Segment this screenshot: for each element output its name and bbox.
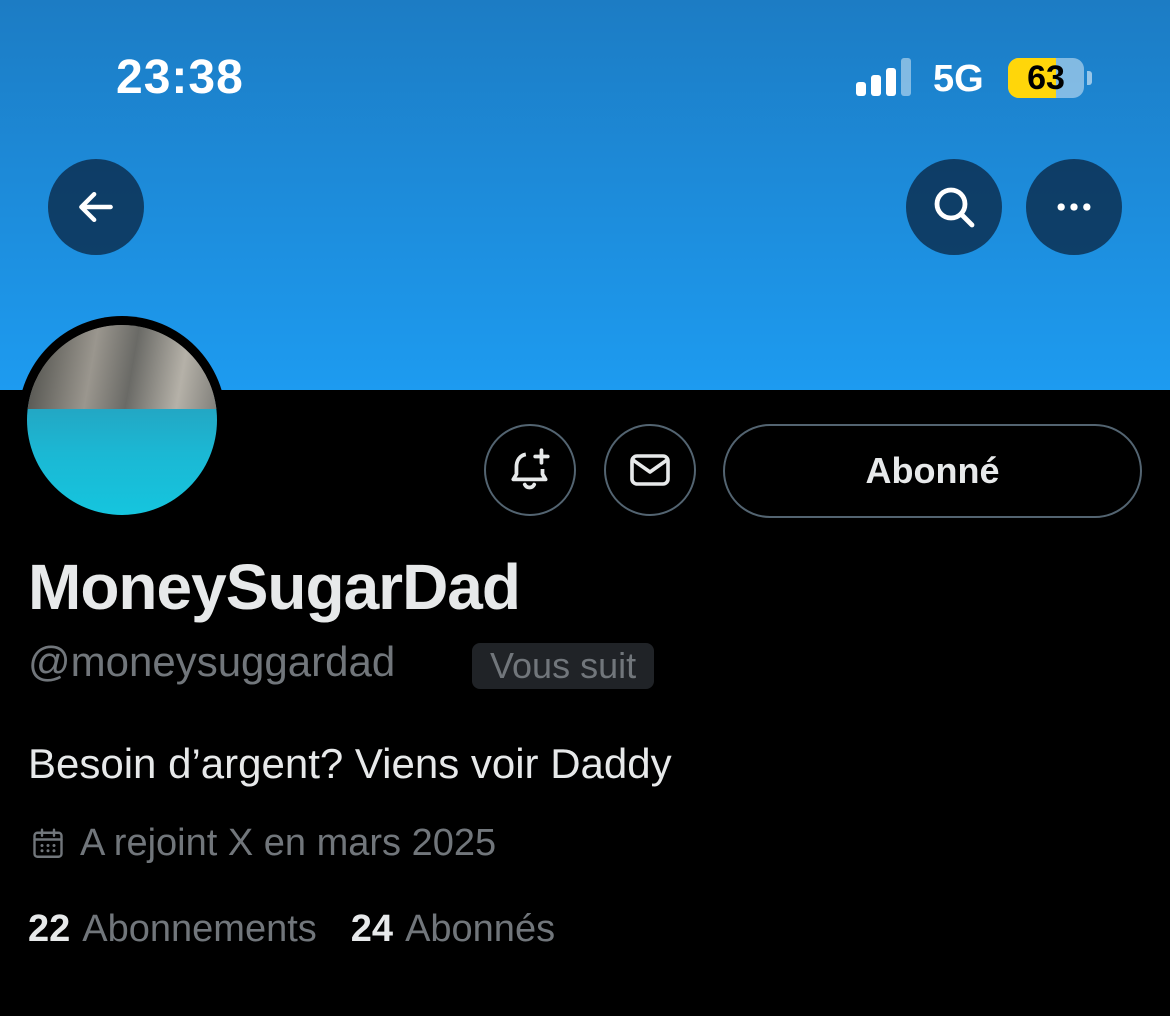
search-button[interactable] (906, 159, 1002, 255)
envelope-icon (630, 454, 670, 486)
signal-bar (901, 58, 911, 96)
status-bar: 23:38 5G 63 (0, 0, 1170, 160)
profile-bio: Besoin d’argent? Viens voir Daddy (28, 740, 672, 787)
following-stat-link[interactable]: 22 Abonnements (28, 908, 317, 951)
cellular-signal-icon (856, 58, 912, 96)
battery-icon: 63 (1008, 58, 1084, 98)
followers-stat-link[interactable]: 24 Abonnés (351, 908, 555, 951)
calendar-icon (33, 828, 63, 858)
signal-bar (886, 68, 896, 96)
join-date: A rejoint X en mars 2025 (30, 822, 496, 865)
network-type: 5G (933, 58, 984, 100)
search-icon (934, 187, 975, 228)
notifications-button[interactable] (484, 424, 576, 516)
follow-stats: 22 Abonnements 24 Abonnés (28, 908, 589, 951)
message-button[interactable] (604, 424, 696, 516)
arrow-left-icon (79, 191, 113, 223)
signal-bar (856, 82, 866, 96)
status-time: 23:38 (116, 51, 244, 104)
following-button[interactable]: Abonné (723, 424, 1142, 518)
profile-avatar[interactable] (18, 316, 226, 524)
battery-level-text: 63 (1027, 59, 1065, 97)
following-count: 22 (28, 908, 71, 950)
bell-plus-icon (511, 448, 550, 490)
follows-you-badge: Vous suit (472, 643, 655, 689)
following-label: Abonnements (82, 908, 317, 950)
profile-handle: @moneysuggardad (28, 638, 396, 685)
back-button[interactable] (48, 159, 144, 255)
avatar-image (27, 325, 217, 515)
signal-bar (871, 75, 881, 96)
join-date-text: A rejoint X en mars 2025 (80, 822, 497, 864)
followers-count: 24 (350, 908, 394, 950)
display-name: MoneySugarDad (28, 551, 521, 623)
battery-cap (1087, 71, 1092, 85)
avatar-rock-area (27, 325, 217, 409)
followers-label: Abonnés (405, 908, 556, 950)
more-horizontal-icon (1057, 203, 1091, 211)
more-options-button[interactable] (1026, 159, 1122, 255)
